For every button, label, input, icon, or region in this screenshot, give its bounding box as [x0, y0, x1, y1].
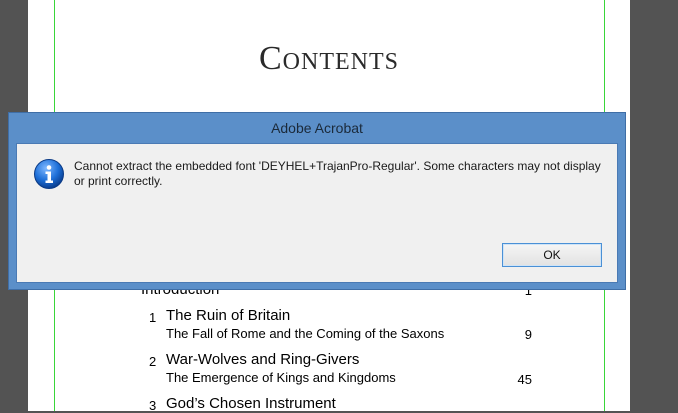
info-icon	[34, 159, 64, 189]
toc-subtitle: The Emergence of Kings and Kingdoms	[166, 370, 396, 385]
toc-title: God’s Chosen Instrument	[166, 395, 336, 412]
acrobat-warning-dialog: Adobe Acrobat Cannot extract the embedde…	[8, 112, 626, 290]
dialog-title[interactable]: Adobe Acrobat	[9, 113, 625, 143]
dialog-message: Cannot extract the embedded font 'DEYHEL…	[74, 159, 601, 188]
toc-page-number: 9	[524, 327, 532, 342]
page-title: Contents	[258, 40, 399, 77]
toc-title: The Ruin of Britain	[166, 307, 291, 324]
toc-subtitle: The Fall of Rome and the Coming of the S…	[166, 326, 445, 341]
toc-title: War-Wolves and Ring-Givers	[166, 351, 360, 368]
toc-chapter-number: 1	[149, 310, 157, 325]
toc-page-number: 45	[517, 372, 532, 387]
toc-chapter-number: 2	[149, 354, 157, 369]
dialog-body: Cannot extract the embedded font 'DEYHEL…	[16, 143, 618, 283]
ok-button[interactable]: OK	[502, 243, 602, 267]
